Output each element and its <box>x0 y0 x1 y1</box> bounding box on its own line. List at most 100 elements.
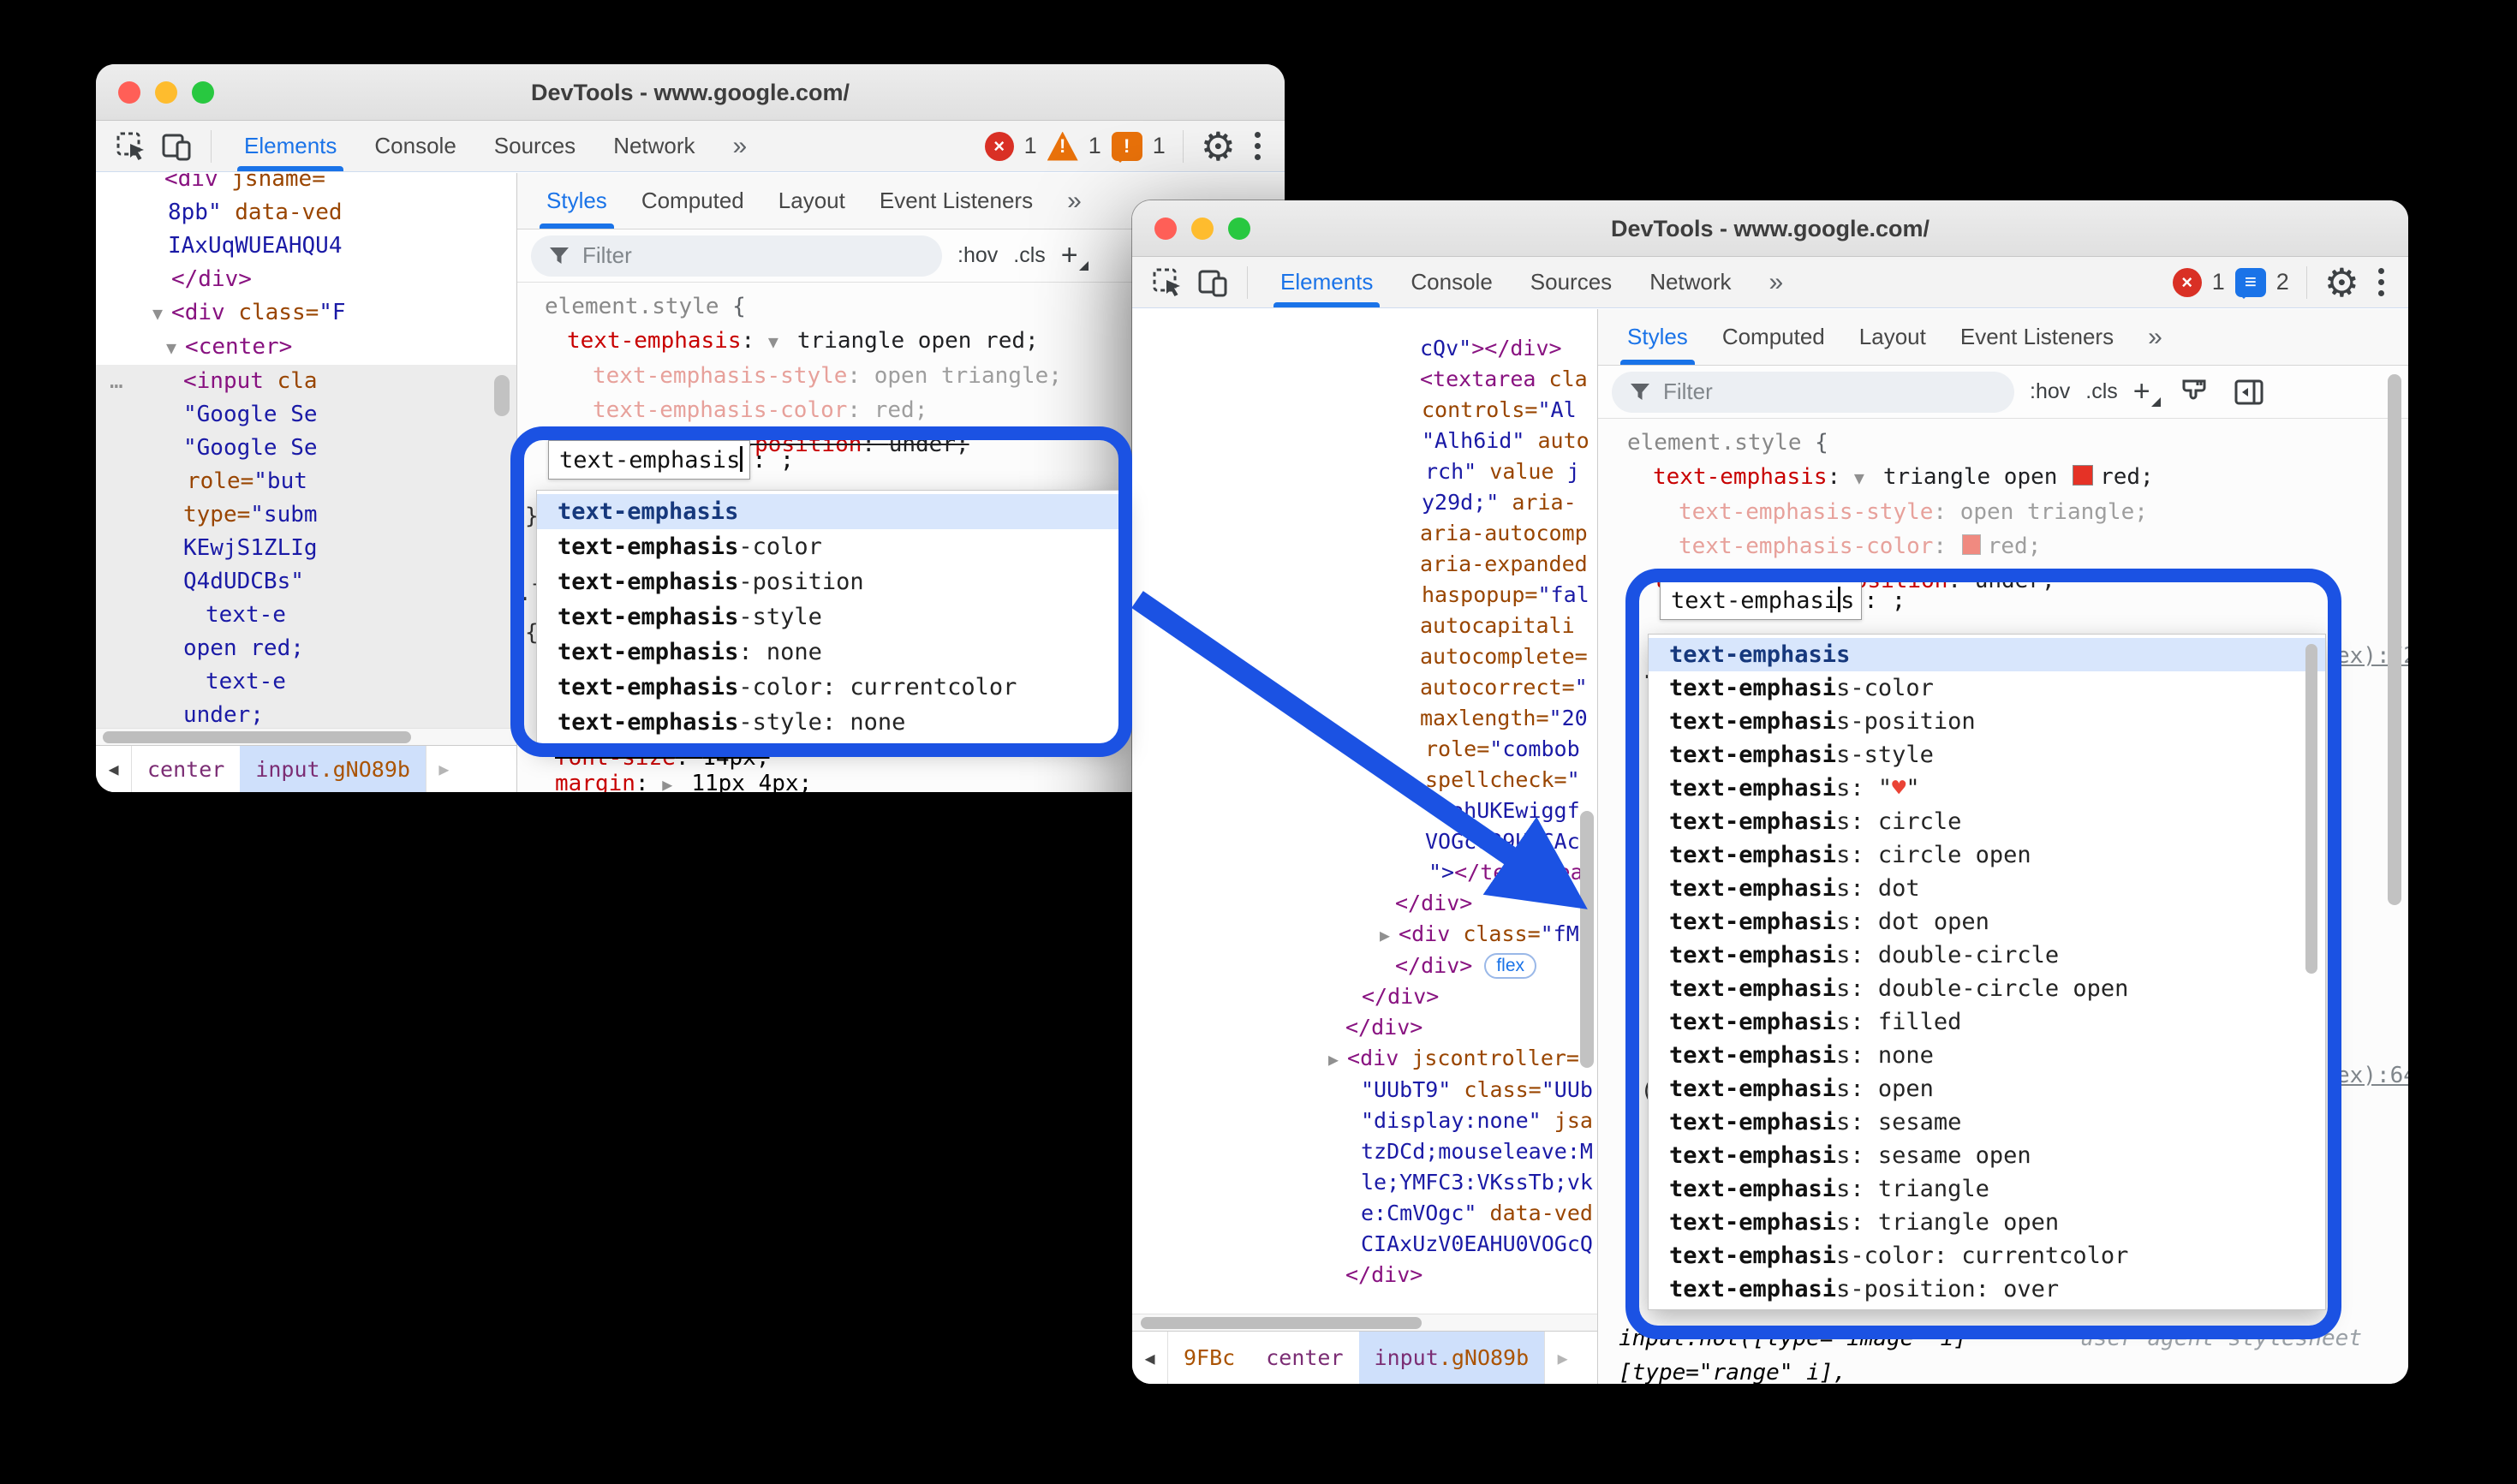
dom-tree-row[interactable]: </div> <box>1132 981 1597 1012</box>
autocomplete-suggestion[interactable]: text-emphasis-color <box>537 529 1121 564</box>
style-declaration[interactable]: text-emphasis-color: red; <box>1613 529 2408 563</box>
tab-event-listeners[interactable]: Event Listeners <box>1943 309 2131 365</box>
autocomplete-suggestion[interactable]: text-emphasis: sesame <box>1649 1106 2325 1139</box>
autocomplete-suggestion[interactable]: text-emphasis-color: currentcolor <box>537 670 1121 705</box>
new-style-rule-button[interactable]: + <box>1061 239 1089 272</box>
dom-tree-row[interactable]: <div jsname= <box>96 173 516 196</box>
messages-icon[interactable]: ≡ <box>2234 267 2266 299</box>
tab-computed[interactable]: Computed <box>1705 309 1842 365</box>
style-declaration[interactable]: [type="range" i], <box>1619 1356 2393 1384</box>
dom-tree-row[interactable]: IAxUqWUEAHQU4 <box>96 229 516 263</box>
autocomplete-suggestion[interactable]: text-emphasis: circle open <box>1649 838 2325 872</box>
autocomplete-suggestion[interactable]: text-emphasis-position <box>1649 705 2325 738</box>
autocomplete-suggestion[interactable]: text-emphasis: dot <box>1649 872 2325 905</box>
dom-tree-row[interactable]: controls="Al <box>1132 395 1597 426</box>
tab-network[interactable]: Network <box>1631 257 1750 307</box>
style-declaration[interactable]: margin: ▶ 11px 4px; <box>555 771 812 792</box>
dom-tree-row[interactable]: cQv"></div> <box>1132 333 1597 364</box>
autocomplete-suggestion[interactable]: text-emphasis: sesame open <box>1649 1139 2325 1172</box>
dom-tree-row[interactable]: ▶ <div jscontroller= <box>1132 1043 1597 1075</box>
dom-tree-row[interactable]: </div> flex <box>1132 951 1597 981</box>
dom-tree-row[interactable]: role="but <box>96 465 516 498</box>
dom-tree-row[interactable]: "Google Se <box>96 432 516 465</box>
dom-tree-row[interactable]: </div> <box>1132 1260 1597 1290</box>
dom-tree-row[interactable]: </div> <box>1132 1012 1597 1043</box>
breadcrumb-right-arrow[interactable]: ▶ <box>425 746 462 792</box>
more-options-kebab-icon[interactable] <box>1246 132 1269 160</box>
dropdown-scrollbar[interactable] <box>2305 644 2317 974</box>
breadcrumb-9fbc[interactable]: 9FBc <box>1168 1332 1250 1384</box>
inspect-icon[interactable] <box>1148 263 1187 302</box>
styles-filter-input[interactable]: Filter <box>1612 371 2014 413</box>
more-tabs-chevron[interactable]: » <box>714 121 768 171</box>
style-declaration[interactable]: input:not([type="image" i] user agent sty… <box>1619 1321 2393 1356</box>
tab-console[interactable]: Console <box>355 121 474 171</box>
dom-tree-row[interactable]: … <input cla <box>96 365 516 398</box>
dom-tree-row[interactable]: VOGcQ39UDCAc" <box>1132 826 1597 857</box>
tab-sources[interactable]: Sources <box>475 121 594 171</box>
autocomplete-suggestion[interactable]: text-emphasis-position: over <box>1649 1272 2325 1306</box>
autocomplete-suggestion[interactable]: text-emphasis: filled <box>1649 1005 2325 1039</box>
tab-styles[interactable]: Styles <box>529 173 624 229</box>
dock-side-icon[interactable] <box>2229 372 2269 412</box>
error-icon[interactable]: × <box>2172 267 2202 297</box>
dom-tree-row[interactable]: le;YMFC3:VKssTb;vk <box>1132 1167 1597 1198</box>
autocomplete-suggestion[interactable]: text-emphasis: triangle <box>1649 1172 2325 1206</box>
property-edit-box[interactable]: text-emphasis : ; <box>1660 581 1906 620</box>
tab-sources[interactable]: Sources <box>1512 257 1631 307</box>
autocomplete-suggestion[interactable]: text-emphasis-position <box>537 564 1121 599</box>
breadcrumb-input[interactable]: input .gNO89b <box>1358 1332 1545 1384</box>
dom-tree-row[interactable]: "0ahUKEwiggf <box>1132 796 1597 826</box>
horizontal-scrollbar[interactable] <box>1132 1314 1597 1331</box>
dom-tree-row[interactable]: Q4dUDCBs" <box>96 565 516 599</box>
more-options-kebab-icon[interactable] <box>2370 268 2393 296</box>
dom-tree-row[interactable]: "display:none" jsa <box>1132 1106 1597 1136</box>
dom-tree-row[interactable]: ▼ <div class="F <box>96 296 516 331</box>
style-declaration[interactable]: font-size: 14px; <box>555 745 812 771</box>
chat-count[interactable]: 2 <box>2276 269 2289 295</box>
styles-filter-input[interactable]: Filter <box>531 235 942 277</box>
dom-tree-row[interactable]: tzDCd;mouseleave:M <box>1132 1136 1597 1167</box>
titlebar[interactable]: DevTools - www.google.com/ <box>1132 200 2408 257</box>
more-sidebar-tabs-chevron[interactable]: » <box>1050 173 1099 229</box>
style-declaration[interactable]: text-emphasis: ▼ triangle open red; <box>1613 460 2408 495</box>
dom-tree-row[interactable]: ▶ <div class="fM <box>1132 919 1597 951</box>
toggle-hover-state-button[interactable]: :hov <box>2030 379 2070 404</box>
warning-count[interactable]: 1 <box>1089 133 1101 159</box>
breadcrumb-right-arrow[interactable]: ▶ <box>1544 1332 1580 1384</box>
dom-tree-row[interactable]: KEwjS1ZLIg <box>96 532 516 565</box>
dom-tree-row[interactable]: under; <box>96 699 516 728</box>
dom-tree-row[interactable]: aria-expanded <box>1132 549 1597 580</box>
dom-tree-row[interactable]: maxlength="20 <box>1132 703 1597 734</box>
toggle-class-button[interactable]: .cls <box>1013 243 1046 268</box>
dom-tree-row[interactable]: "UUbT9" class="UUb <box>1132 1075 1597 1106</box>
vertical-scrollbar[interactable] <box>494 375 510 416</box>
toggle-hover-state-button[interactable]: :hov <box>957 243 998 268</box>
autocomplete-suggestion[interactable]: text-emphasis: open <box>1649 1072 2325 1106</box>
issue-count[interactable]: 1 <box>1153 133 1166 159</box>
more-sidebar-tabs-chevron[interactable]: » <box>2131 309 2180 365</box>
settings-gear-icon[interactable]: ⚙ <box>2324 263 2359 302</box>
autocomplete-suggestion[interactable]: text-emphasis-style <box>1649 738 2325 772</box>
inspect-icon[interactable] <box>111 127 151 166</box>
dom-tree-row[interactable]: autocomplete= <box>1132 641 1597 672</box>
property-edit-box[interactable]: text-emphasis : ; <box>548 440 794 480</box>
device-toolbar-icon[interactable] <box>1194 263 1233 302</box>
style-declaration[interactable]: element.style { <box>1613 426 2408 460</box>
tab-network[interactable]: Network <box>594 121 713 171</box>
breadcrumb-input[interactable]: input .gNO89b <box>240 746 426 792</box>
dom-tree-row[interactable]: <textarea cla <box>1132 364 1597 395</box>
suggestion-text-emphasis[interactable]: text-emphasis <box>1649 638 2325 671</box>
more-tabs-chevron[interactable]: » <box>1751 257 1804 307</box>
autocomplete-suggestion[interactable]: text-emphasis: none <box>1649 1039 2325 1072</box>
tab-event-listeners[interactable]: Event Listeners <box>862 173 1050 229</box>
dom-tree-row[interactable]: role="combob <box>1132 734 1597 765</box>
dom-tree-row[interactable]: rch" value j <box>1132 456 1597 487</box>
autocomplete-suggestion[interactable]: text-emphasis: dot open <box>1649 905 2325 939</box>
suggestion-text-emphasis[interactable]: text-emphasis <box>537 494 1121 529</box>
dom-tree-row[interactable]: e:CmVOgc" data-ved <box>1132 1198 1597 1229</box>
dom-tree-row[interactable]: autocorrect=" <box>1132 672 1597 703</box>
dom-tree-row[interactable]: type="subm <box>96 498 516 532</box>
tab-elements[interactable]: Elements <box>225 121 355 171</box>
dom-tree-row[interactable]: "></textarea <box>1132 857 1597 888</box>
